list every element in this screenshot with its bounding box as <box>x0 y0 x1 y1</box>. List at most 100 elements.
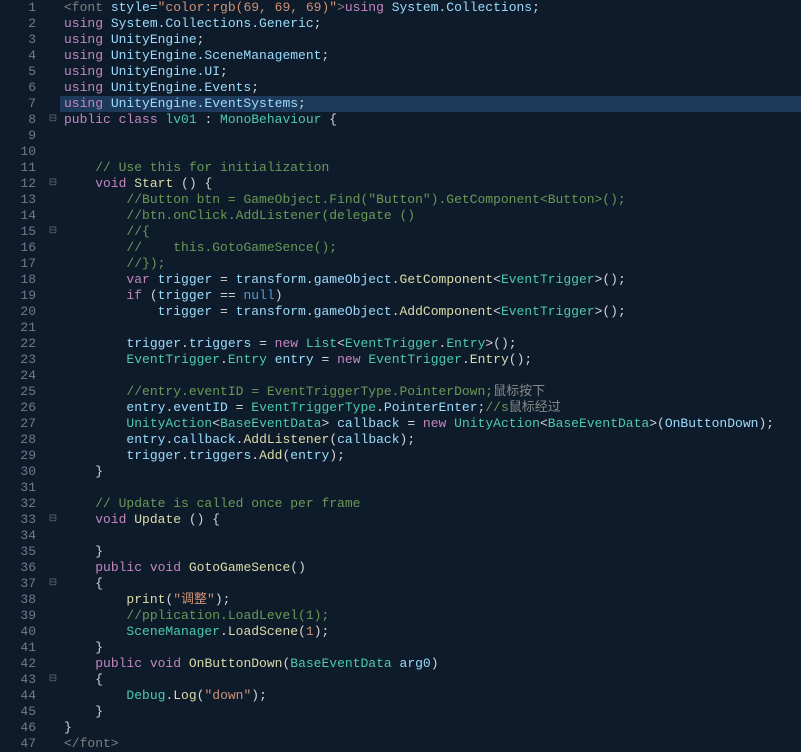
code-line[interactable]: //entry.eventID = EventTriggerType.Point… <box>60 384 801 400</box>
code-line[interactable]: //Button btn = GameObject.Find("Button")… <box>60 192 801 208</box>
line-number: 6 <box>0 80 42 96</box>
fold-toggle <box>46 560 60 576</box>
code-line[interactable]: } <box>60 640 801 656</box>
fold-toggle <box>46 96 60 112</box>
code-line[interactable]: using UnityEngine.SceneManagement; <box>60 48 801 64</box>
code-line[interactable]: //pplication.LoadLevel(1); <box>60 608 801 624</box>
line-number: 41 <box>0 640 42 656</box>
line-number-gutter: 1234567891011121314151617181920212223242… <box>0 0 46 746</box>
code-line[interactable]: if (trigger == null) <box>60 288 801 304</box>
code-line[interactable] <box>60 144 801 160</box>
code-line[interactable]: var trigger = transform.gameObject.GetCo… <box>60 272 801 288</box>
code-line[interactable]: print("调整"); <box>60 592 801 608</box>
line-number: 10 <box>0 144 42 160</box>
fold-toggle <box>46 32 60 48</box>
line-number: 32 <box>0 496 42 512</box>
code-line[interactable]: } <box>60 464 801 480</box>
code-line[interactable]: trigger = transform.gameObject.AddCompon… <box>60 304 801 320</box>
line-number: 24 <box>0 368 42 384</box>
code-line[interactable]: //btn.onClick.AddListener(delegate () <box>60 208 801 224</box>
fold-toggle <box>46 384 60 400</box>
line-number: 11 <box>0 160 42 176</box>
code-line[interactable]: //{ <box>60 224 801 240</box>
code-line[interactable]: // Update is called once per frame <box>60 496 801 512</box>
line-number: 7 <box>0 96 42 112</box>
fold-toggle[interactable]: ⊟ <box>46 576 60 592</box>
code-line[interactable]: using UnityEngine.Events; <box>60 80 801 96</box>
line-number: 20 <box>0 304 42 320</box>
line-number: 18 <box>0 272 42 288</box>
code-line[interactable]: { <box>60 672 801 688</box>
code-line[interactable]: <font style="color:rgb(69, 69, 69)">usin… <box>60 0 801 16</box>
fold-toggle[interactable]: ⊟ <box>46 512 60 528</box>
code-line[interactable]: trigger.triggers.Add(entry); <box>60 448 801 464</box>
line-number: 45 <box>0 704 42 720</box>
code-line[interactable]: using System.Collections.Generic; <box>60 16 801 32</box>
code-line[interactable] <box>60 128 801 144</box>
fold-toggle <box>46 128 60 144</box>
fold-toggle[interactable]: ⊟ <box>46 224 60 240</box>
code-line[interactable]: using UnityEngine.UI; <box>60 64 801 80</box>
line-number: 40 <box>0 624 42 640</box>
line-number: 46 <box>0 720 42 736</box>
fold-toggle[interactable]: ⊟ <box>46 672 60 688</box>
code-line[interactable] <box>60 480 801 496</box>
fold-toggle <box>46 656 60 672</box>
fold-toggle <box>46 320 60 336</box>
code-line[interactable]: public class lv01 : MonoBehaviour { <box>60 112 801 128</box>
code-line[interactable]: UnityAction<BaseEventData> callback = ne… <box>60 416 801 432</box>
line-number: 38 <box>0 592 42 608</box>
line-number: 15 <box>0 224 42 240</box>
fold-toggle <box>46 704 60 720</box>
line-number: 36 <box>0 560 42 576</box>
line-number: 21 <box>0 320 42 336</box>
code-line[interactable] <box>60 528 801 544</box>
line-number: 3 <box>0 32 42 48</box>
line-number: 33 <box>0 512 42 528</box>
line-number: 8 <box>0 112 42 128</box>
line-number: 34 <box>0 528 42 544</box>
code-line[interactable]: } <box>60 704 801 720</box>
line-number: 5 <box>0 64 42 80</box>
code-line[interactable]: } <box>60 544 801 560</box>
code-line[interactable]: trigger.triggers = new List<EventTrigger… <box>60 336 801 352</box>
line-number: 2 <box>0 16 42 32</box>
code-line[interactable]: SceneManager.LoadScene(1); <box>60 624 801 640</box>
code-line[interactable]: entry.eventID = EventTriggerType.Pointer… <box>60 400 801 416</box>
fold-toggle[interactable]: ⊟ <box>46 112 60 128</box>
fold-toggle <box>46 80 60 96</box>
code-line[interactable] <box>60 368 801 384</box>
code-line[interactable]: // Use this for initialization <box>60 160 801 176</box>
code-editor-area[interactable]: <font style="color:rgb(69, 69, 69)">usin… <box>60 0 801 746</box>
fold-toggle <box>46 272 60 288</box>
fold-toggle <box>46 720 60 736</box>
code-line[interactable]: void Start () { <box>60 176 801 192</box>
fold-toggle <box>46 160 60 176</box>
code-line[interactable]: using UnityEngine.EventSystems; <box>60 96 801 112</box>
fold-toggle <box>46 528 60 544</box>
fold-toggle[interactable]: ⊟ <box>46 176 60 192</box>
code-line[interactable] <box>60 320 801 336</box>
code-line[interactable]: </font> <box>60 736 801 752</box>
line-number: 26 <box>0 400 42 416</box>
code-line[interactable]: public void OnButtonDown(BaseEventData a… <box>60 656 801 672</box>
fold-toggle <box>46 640 60 656</box>
code-line[interactable]: void Update () { <box>60 512 801 528</box>
code-line[interactable]: EventTrigger.Entry entry = new EventTrig… <box>60 352 801 368</box>
code-line[interactable]: } <box>60 720 801 736</box>
line-number: 4 <box>0 48 42 64</box>
code-line[interactable]: { <box>60 576 801 592</box>
line-number: 14 <box>0 208 42 224</box>
code-line[interactable]: Debug.Log("down"); <box>60 688 801 704</box>
code-line[interactable]: public void GotoGameSence() <box>60 560 801 576</box>
line-number: 23 <box>0 352 42 368</box>
fold-toggle <box>46 16 60 32</box>
fold-toggle <box>46 304 60 320</box>
code-line[interactable]: using UnityEngine; <box>60 32 801 48</box>
fold-toggle <box>46 144 60 160</box>
fold-toggle <box>46 496 60 512</box>
code-line[interactable]: //}); <box>60 256 801 272</box>
code-line[interactable]: entry.callback.AddListener(callback); <box>60 432 801 448</box>
line-number: 43 <box>0 672 42 688</box>
code-line[interactable]: // this.GotoGameSence(); <box>60 240 801 256</box>
